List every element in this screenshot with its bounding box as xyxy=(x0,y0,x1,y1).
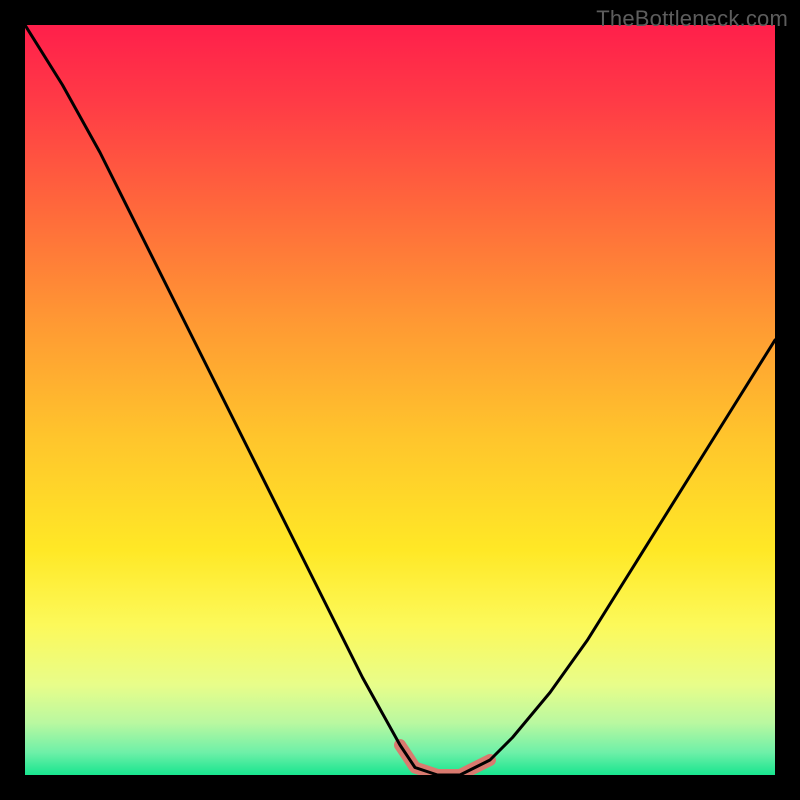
watermark-text: TheBottleneck.com xyxy=(596,6,788,32)
gradient-background xyxy=(25,25,775,775)
plot-area xyxy=(25,25,775,775)
chart-frame: TheBottleneck.com xyxy=(0,0,800,800)
bottleneck-chart xyxy=(25,25,775,775)
